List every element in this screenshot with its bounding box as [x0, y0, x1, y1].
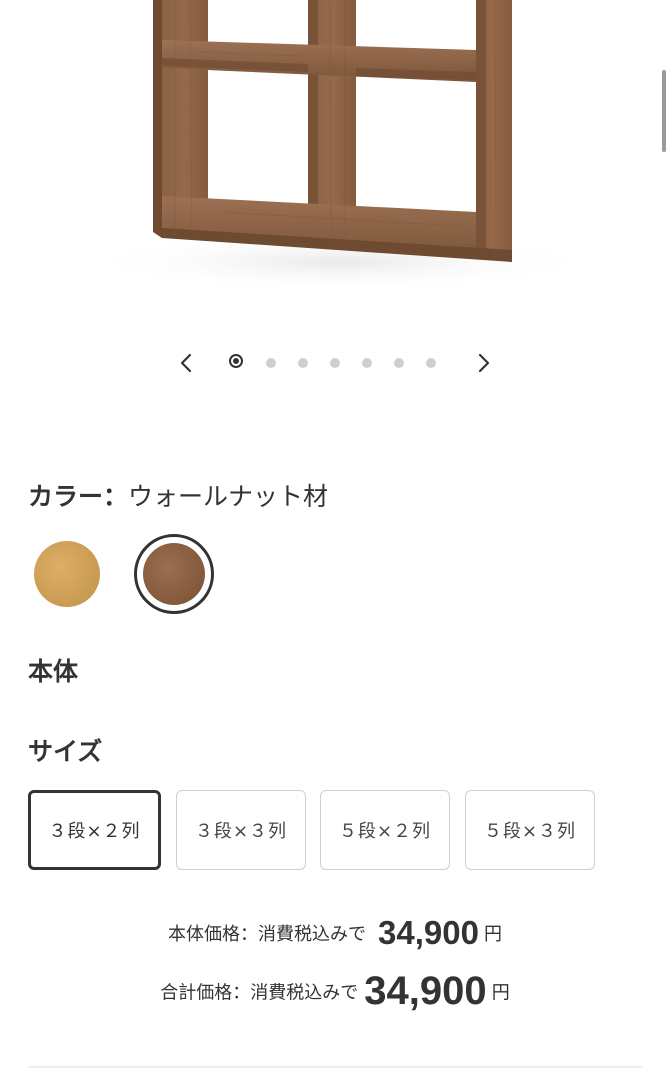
carousel-nav [0, 348, 670, 378]
color-heading: カラー：ウォールナット材 [28, 480, 328, 514]
carousel-dot[interactable] [298, 358, 308, 368]
color-selected-value: ウォールナット材 [128, 482, 329, 511]
total-price-currency: 円 [491, 982, 510, 1004]
chevron-right-icon[interactable] [472, 351, 496, 375]
body-price-value: 34,900 [377, 914, 479, 951]
carousel-dot[interactable] [362, 358, 372, 368]
product-image [0, 0, 670, 330]
color-label: カラー： [28, 482, 129, 511]
color-swatch-oak[interactable] [34, 541, 100, 607]
carousel-dot[interactable] [266, 358, 276, 368]
total-price-label: 合計価格：消費税込みで [160, 982, 359, 1004]
color-swatch-walnut[interactable] [134, 534, 214, 614]
carousel-dot-active[interactable] [229, 354, 243, 368]
chevron-left-icon[interactable] [174, 351, 198, 375]
body-price-row: 本体価格：消費税込みで 34,900 円 [0, 914, 670, 952]
carousel-dot[interactable] [394, 358, 404, 368]
shelf-illustration [80, 0, 600, 292]
size-option-3x2[interactable]: ３段×２列 [28, 790, 161, 870]
total-price-row: 合計価格：消費税込みで 34,900 円 [0, 969, 670, 1014]
size-option-3x3[interactable]: ３段×３列 [176, 790, 306, 870]
body-price-currency: 円 [484, 924, 503, 945]
body-price-label: 本体価格：消費税込みで [167, 924, 366, 945]
color-swatch-walnut-fill [143, 543, 205, 605]
scrollbar[interactable] [662, 70, 666, 152]
total-price-value: 34,900 [364, 969, 487, 1013]
divider [28, 1066, 642, 1068]
carousel-dot[interactable] [426, 358, 436, 368]
size-option-5x2[interactable]: ５段×２列 [320, 790, 450, 870]
body-heading: 本体 [28, 657, 79, 686]
carousel-dot[interactable] [330, 358, 340, 368]
size-option-5x3[interactable]: ５段×３列 [465, 790, 595, 870]
size-heading: サイズ [28, 737, 103, 766]
